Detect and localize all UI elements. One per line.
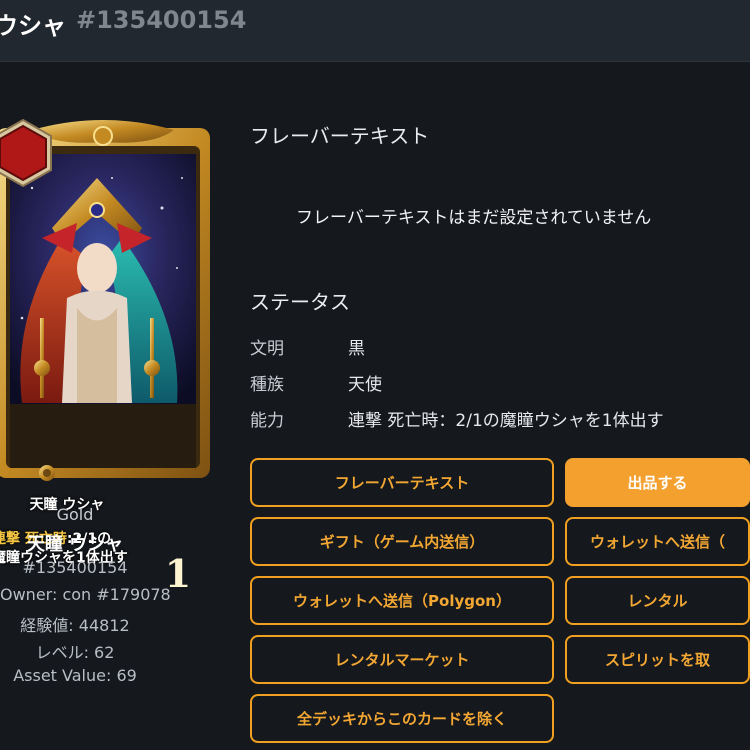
stat-value-ability: 連撃 死亡時：2/1の魔瞳ウシャを1体出す [348,411,664,431]
asset-value: Asset Value: 69 [13,666,137,685]
flavor-empty-message: フレーバーテキストはまだ設定されていません [296,208,652,228]
stat-value-race: 天使 [348,375,382,395]
card-name: 天瞳 ウシャ [26,534,124,555]
owner-info: Owner: con #179078 [0,585,171,604]
rental-button[interactable]: レンタル [565,576,750,625]
status-heading: ステータス [250,290,350,314]
page-title-id: #135400154 [76,6,247,34]
rarity-label: Gold [56,505,94,524]
sell-button[interactable]: 出品する [565,458,750,507]
flavor-text-button[interactable]: フレーバーテキスト [250,458,554,507]
stat-label-ability: 能力 [250,411,284,431]
remove-from-decks-button[interactable]: 全デッキからこのカードを除く [250,694,554,743]
stat-label-civilization: 文明 [250,339,284,359]
spirit-button[interactable]: スピリットを取 [565,635,750,684]
stat-label-race: 種族 [250,375,284,395]
top-bar: ウシャ #135400154 [0,0,750,62]
card-image[interactable]: 1 天瞳 ウシャ 連撃 死亡時:2/1の 魔瞳ウシャを1体出す [0,118,214,596]
wallet-send-polygon-button[interactable]: ウォレットへ送信（Polygon） [250,576,554,625]
flavor-heading: フレーバーテキスト [250,124,430,148]
wallet-send-button[interactable]: ウォレットへ送信（ [565,517,750,566]
experience-value: 経験値: 44812 [20,616,130,635]
stat-value-civilization: 黒 [348,339,365,359]
page-title: ウシャ [0,12,66,40]
gift-button[interactable]: ギフト（ゲーム内送信） [250,517,554,566]
rental-market-button[interactable]: レンタルマーケット [250,635,554,684]
card-id: #135400154 [22,558,128,577]
level-value: レベル: 62 [35,643,115,662]
rank-badge [0,118,52,188]
